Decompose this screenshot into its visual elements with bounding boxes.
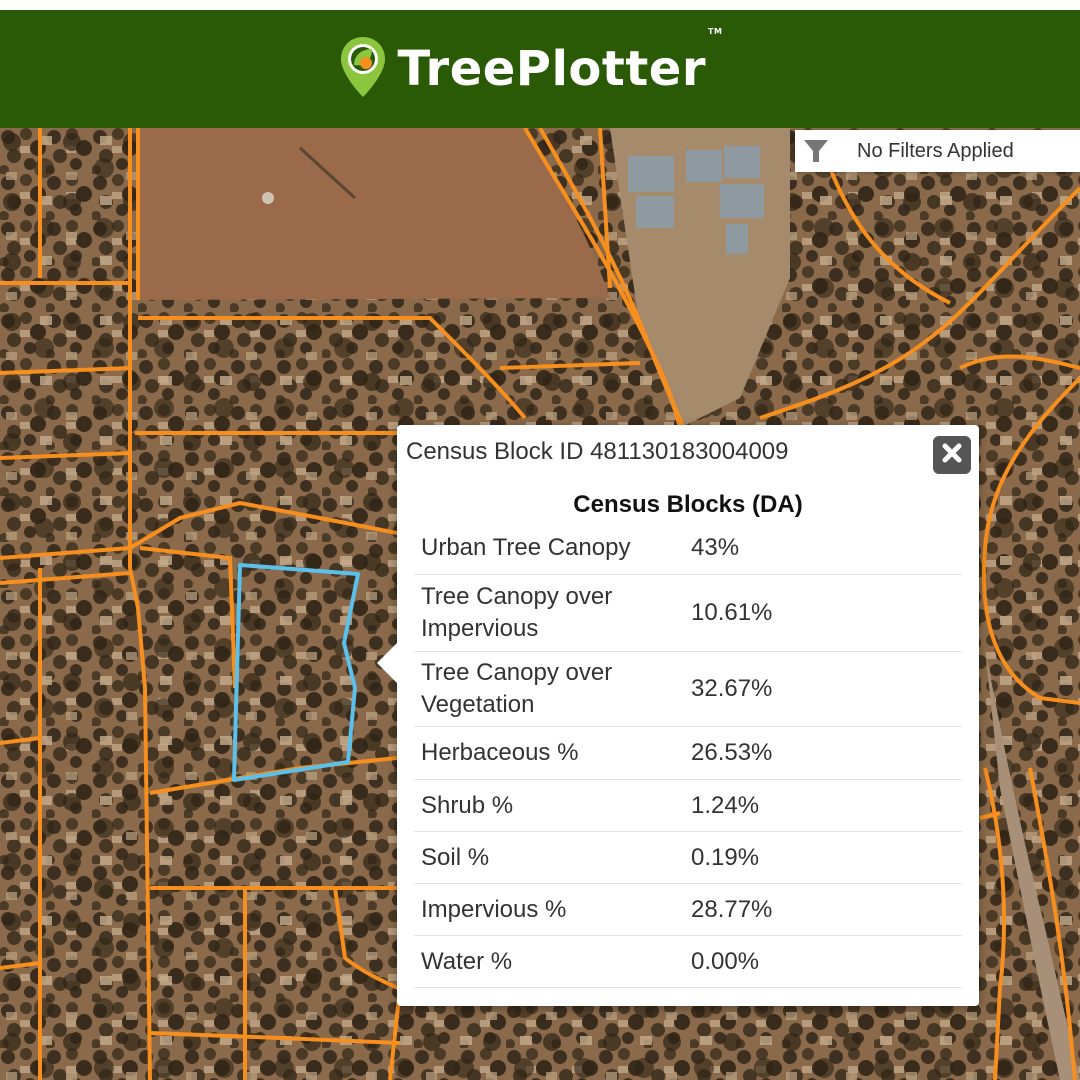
attribute-value: 0.19% (691, 843, 760, 871)
attribute-label: Tree Canopy over Impervious (421, 583, 613, 642)
tennis-court (636, 196, 674, 228)
filter-status-bar[interactable]: No Filters Applied (795, 130, 1080, 172)
tennis-court (686, 150, 722, 182)
trademark: TM (708, 27, 723, 36)
attribute-value: 32.67% (691, 675, 773, 702)
filter-icon[interactable] (803, 138, 829, 164)
attribute-value: 10.61% (691, 599, 773, 626)
table-row: Water % 0.00% (414, 936, 962, 988)
tennis-court (726, 224, 748, 254)
table-row: Soil % 0.19% (414, 832, 962, 884)
attribute-label: Tree Canopy over Vegetation (421, 659, 613, 718)
attribute-value: 0.00% (691, 947, 760, 975)
section-title: Census Blocks (DA) (573, 491, 803, 518)
attribute-label: Impervious % (421, 895, 567, 923)
close-button[interactable] (933, 436, 971, 474)
app-header: TreePlotterTM (0, 10, 1080, 128)
filter-status-label: No Filters Applied (857, 139, 1014, 162)
brand-name-text: TreePlotter (397, 41, 707, 97)
popup-pointer (377, 643, 397, 683)
table-row: Urban Tree Canopy 43% (414, 522, 962, 575)
attribute-label: Soil % (421, 843, 490, 871)
table-row: Tree Canopy over Impervious 10.61% (414, 575, 962, 652)
attribute-value: 1.24% (691, 791, 760, 819)
table-row: Shrub % 1.24% (414, 780, 962, 832)
table-row: Tree Canopy over Vegetation 32.67% (414, 652, 962, 727)
tennis-court (628, 156, 674, 192)
attribute-value: 26.53% (691, 739, 773, 766)
attribute-label: Water % (421, 947, 513, 975)
attribute-label: Urban Tree Canopy (421, 534, 631, 561)
attribute-table: Urban Tree Canopy 43% Tree Canopy over I… (414, 522, 962, 988)
tennis-court (724, 146, 760, 178)
attribute-label: Shrub % (421, 791, 514, 819)
attribute-value: 43% (691, 534, 740, 561)
attribute-value: 28.77% (691, 895, 773, 923)
brand-name: TreePlotterTM (397, 27, 723, 97)
table-row: Impervious % 28.77% (414, 884, 962, 936)
table-row: Herbaceous % 26.53% (414, 727, 962, 780)
map-pin-leaf-icon (338, 35, 388, 104)
brand: TreePlotterTM (338, 27, 723, 104)
popup-title: Census Block ID 481130183004009 (406, 438, 789, 465)
tennis-court (720, 184, 764, 218)
census-block-popup: Census Block ID 481130183004009 Census B… (377, 425, 979, 1006)
close-icon[interactable] (940, 441, 964, 470)
attribute-label: Herbaceous % (421, 739, 579, 766)
